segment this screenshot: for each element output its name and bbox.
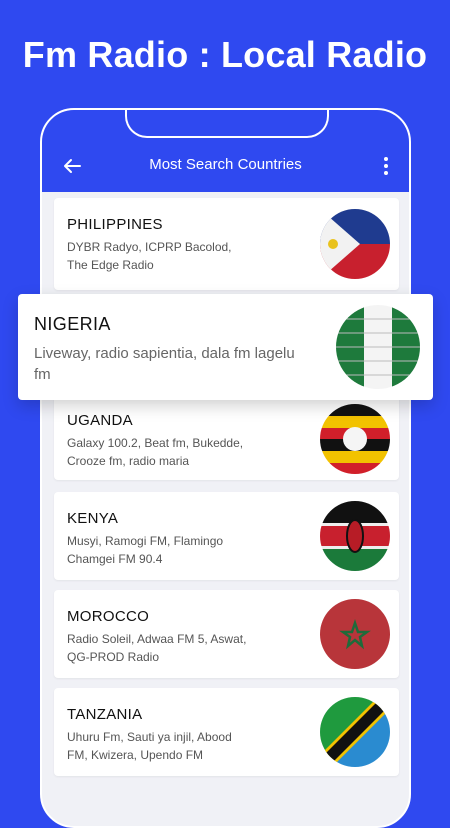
country-stations: Uhuru Fm, Sauti ya injil, Abood FM, Kwiz… <box>67 730 232 762</box>
country-stations: Galaxy 100.2, Beat fm, Bukedde, Crooze f… <box>67 436 244 468</box>
phone-notch <box>125 110 329 138</box>
morocco-flag-icon <box>320 599 390 669</box>
country-name: PHILIPPINES <box>67 216 163 233</box>
philippines-flag-icon <box>320 209 390 279</box>
more-options-icon[interactable] <box>381 154 391 178</box>
country-name: KENYA <box>67 510 119 527</box>
country-name: MOROCCO <box>67 608 150 625</box>
country-name: UGANDA <box>67 412 133 429</box>
country-stations: Liveway, radio sapientia, dala fm lagelu… <box>34 345 295 383</box>
country-stations: Musyi, Ramogi FM, Flamingo Chamgei FM 90… <box>67 534 224 566</box>
tanzania-flag-icon <box>320 697 390 767</box>
page-title: Most Search Countries <box>149 156 302 173</box>
country-card-philippines[interactable]: PHILIPPINES DYBR Radyo, ICPRP Bacolod, T… <box>54 198 399 290</box>
app-bar: Most Search Countries <box>42 110 409 192</box>
nigeria-flag-icon <box>336 305 420 389</box>
country-name: TANZANIA <box>67 706 143 723</box>
country-card-uganda[interactable]: UGANDA Galaxy 100.2, Beat fm, Bukedde, C… <box>54 396 399 480</box>
country-card-tanzania[interactable]: TANZANIA Uhuru Fm, Sauti ya injil, Abood… <box>54 688 399 776</box>
country-stations: Radio Soleil, Adwaa FM 5, Aswat, QG-PROD… <box>67 632 247 664</box>
promo-headline: Fm Radio : Local Radio <box>22 34 428 75</box>
country-card-kenya[interactable]: KENYA Musyi, Ramogi FM, Flamingo Chamgei… <box>54 492 399 580</box>
country-card-nigeria-highlighted[interactable]: NIGERIA Liveway, radio sapientia, dala f… <box>18 294 433 400</box>
country-card-morocco[interactable]: MOROCCO Radio Soleil, Adwaa FM 5, Aswat,… <box>54 590 399 678</box>
country-name: NIGERIA <box>34 314 111 334</box>
uganda-flag-icon <box>320 404 390 474</box>
phone-frame: Most Search Countries PHILIPPINES DYBR R… <box>40 108 411 828</box>
country-stations: DYBR Radyo, ICPRP Bacolod, The Edge Radi… <box>67 240 232 272</box>
kenya-flag-icon <box>320 501 390 571</box>
